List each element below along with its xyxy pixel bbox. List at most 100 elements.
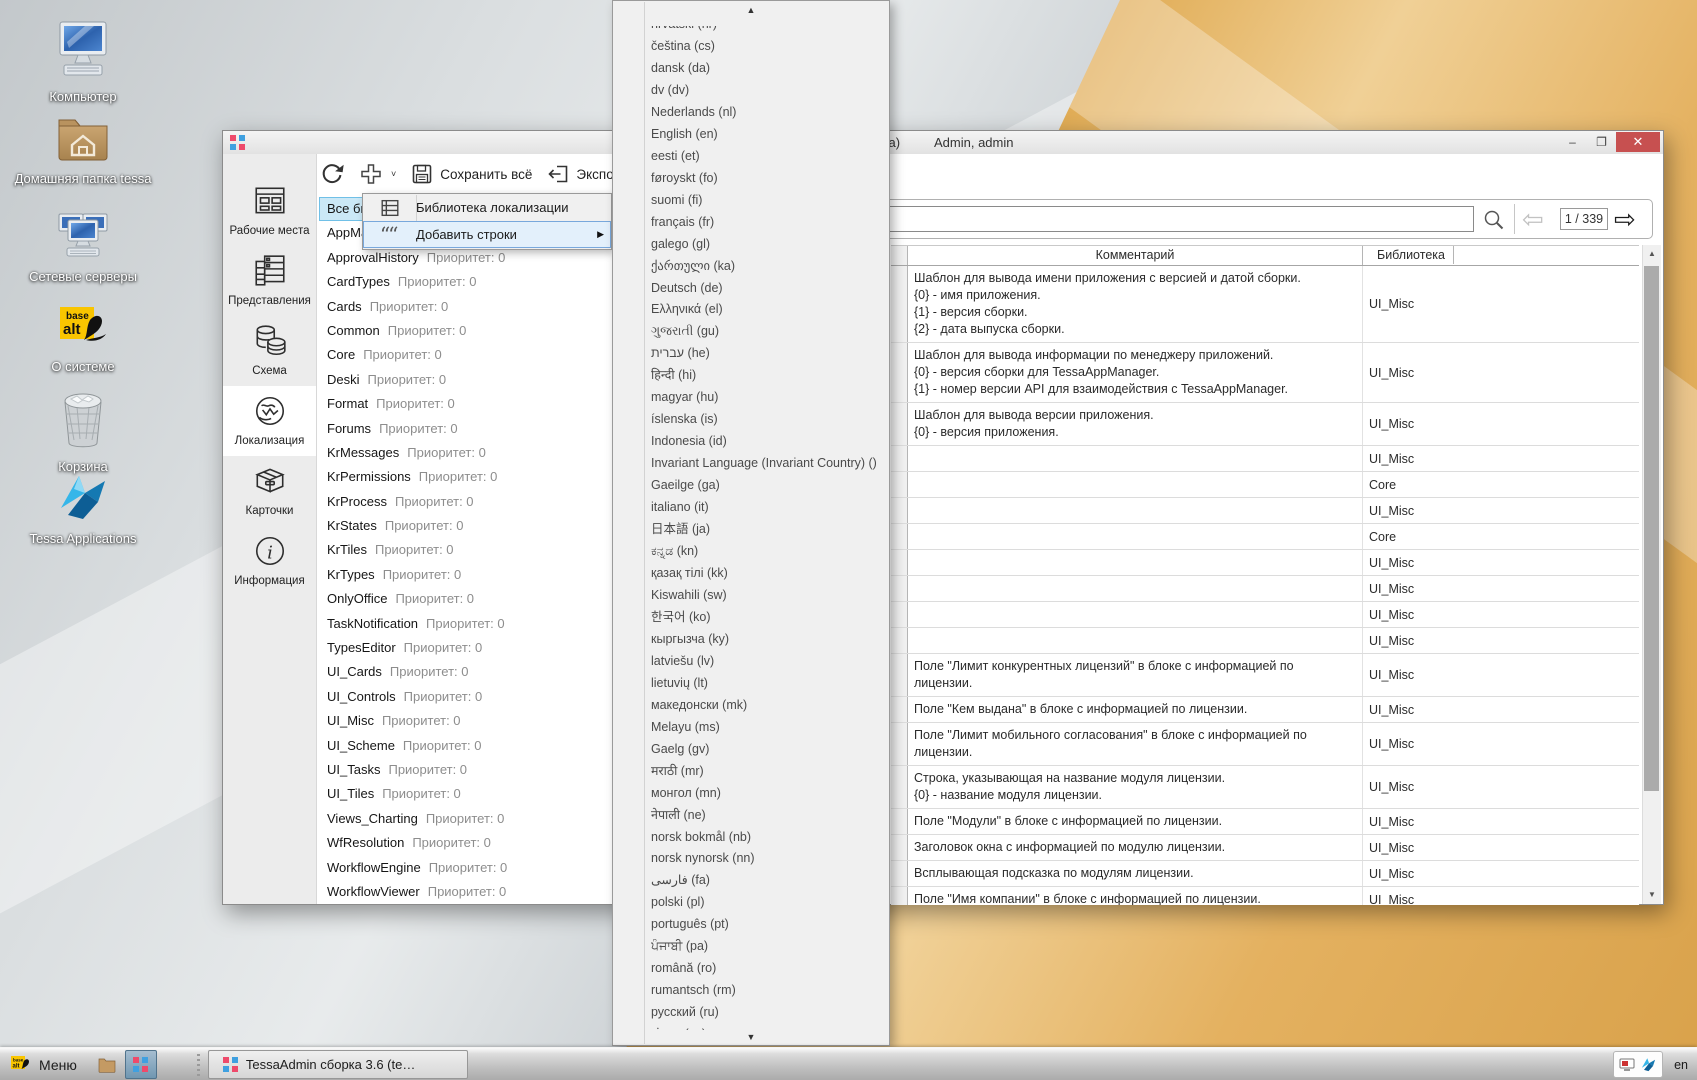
language-option[interactable]: עברית (he) [651, 342, 885, 364]
language-option[interactable]: Ελληνικά (el) [651, 298, 885, 320]
language-option[interactable]: Deutsch (de) [651, 277, 885, 299]
sidebar-item-views[interactable]: Представления [223, 246, 316, 316]
file-manager-button[interactable] [91, 1050, 123, 1079]
menu-item-add-strings[interactable]: “ “ Добавить строки ▶ [363, 221, 611, 248]
library-list-item[interactable]: CardsПриоритет: 0 [319, 295, 613, 319]
sidebar-item-schema[interactable]: Схема [223, 316, 316, 386]
table-row[interactable]: Поле "Имя компании" в блоке с информацие… [891, 887, 1639, 905]
desktop-icon-computer[interactable]: Компьютер [10, 20, 156, 105]
desktop-icon-about-system[interactable]: base alt О системе [10, 306, 156, 375]
library-list-item[interactable]: DeskiПриоритет: 0 [319, 368, 613, 392]
language-option[interactable]: македонски (mk) [651, 694, 885, 716]
language-option[interactable]: Invariant Language (Invariant Country) (… [651, 452, 885, 474]
desktop-icon-home-folder[interactable]: Домашняя папка tessa [10, 114, 156, 187]
language-option[interactable]: қазақ тілі (kk) [651, 562, 885, 584]
close-button[interactable]: ✕ [1616, 132, 1660, 152]
table-row[interactable]: Заголовок окна с информацией по модулю л… [891, 835, 1639, 861]
start-menu-button[interactable]: base alt Меню [4, 1050, 89, 1079]
language-option[interactable]: ಕನ್ನಡ (kn) [651, 540, 885, 562]
table-row[interactable]: Строка, указывающая на название модуля л… [891, 766, 1639, 809]
minimize-button[interactable]: – [1558, 132, 1587, 152]
language-option[interactable]: Melayu (ms) [651, 716, 885, 738]
desktop-icon-network-servers[interactable]: Сетевые серверы [10, 212, 156, 285]
table-row[interactable]: UI_Misc [891, 446, 1639, 472]
language-option[interactable]: मराठी (mr) [651, 760, 885, 782]
library-list-item[interactable]: WorkflowEngineПриоритет: 0 [319, 856, 613, 880]
language-option[interactable]: हिन्दी (hi) [651, 364, 885, 386]
table-scrollbar[interactable]: ▲ ▼ [1642, 245, 1661, 904]
language-option[interactable]: suomi (fi) [651, 189, 885, 211]
table-row[interactable]: UI_Misc [891, 602, 1639, 628]
table-row[interactable]: Core [891, 524, 1639, 550]
maximize-button[interactable]: ❐ [1587, 132, 1616, 152]
language-option[interactable]: føroyskt (fo) [651, 167, 885, 189]
library-list-item[interactable]: UI_MiscПриоритет: 0 [319, 709, 613, 733]
language-option[interactable]: română (ro) [651, 957, 885, 979]
language-option[interactable]: eesti (et) [651, 145, 885, 167]
desktop-icon-tessa-applications[interactable]: Tessa Applications [10, 472, 156, 547]
tray-tessa-bird-icon[interactable] [1640, 1057, 1657, 1072]
library-list-item[interactable]: KrTilesПриоритет: 0 [319, 538, 613, 562]
library-list-item[interactable]: UI_CardsПриоритет: 0 [319, 660, 613, 684]
library-list-item[interactable]: CoreПриоритет: 0 [319, 343, 613, 367]
library-list-item[interactable]: WorkflowViewerПриоритет: 0 [319, 880, 613, 904]
language-option[interactable]: dv (dv) [651, 79, 885, 101]
previous-page-arrow-icon[interactable]: ⇦ [1522, 202, 1544, 236]
language-option[interactable]: norsk nynorsk (nn) [651, 847, 885, 869]
table-row[interactable]: UI_Misc [891, 550, 1639, 576]
library-list-item[interactable]: KrMessagesПриоритет: 0 [319, 441, 613, 465]
table-row[interactable]: UI_Misc [891, 576, 1639, 602]
library-list-item[interactable]: CommonПриоритет: 0 [319, 319, 613, 343]
language-option[interactable]: English (en) [651, 123, 885, 145]
library-list-item[interactable]: OnlyOfficeПриоритет: 0 [319, 587, 613, 611]
add-button[interactable]: ˅ [359, 162, 396, 186]
language-option[interactable]: Nederlands (nl) [651, 101, 885, 123]
language-option[interactable]: italiano (it) [651, 496, 885, 518]
language-option[interactable]: Kiswahili (sw) [651, 584, 885, 606]
table-row[interactable]: UI_Misc [891, 498, 1639, 524]
scroll-down-icon[interactable]: ▼ [614, 1030, 888, 1044]
sidebar-item-localization[interactable]: Локализация [223, 386, 316, 456]
language-option[interactable]: norsk bokmål (nb) [651, 826, 885, 848]
language-option[interactable]: latviešu (lv) [651, 650, 885, 672]
scrollbar-thumb[interactable] [1644, 266, 1659, 791]
language-option[interactable]: 日本語 (ja) [651, 518, 885, 540]
keyboard-layout-indicator[interactable]: en [1670, 1058, 1692, 1072]
library-list-item[interactable]: WfResolutionПриоритет: 0 [319, 831, 613, 855]
library-list-item[interactable]: UI_SchemeПриоритет: 0 [319, 734, 613, 758]
library-list-item[interactable]: KrPermissionsПриоритет: 0 [319, 465, 613, 489]
table-row[interactable]: Поле "Лимит мобильного согласования" в б… [891, 723, 1639, 766]
column-header-comment[interactable]: Комментарий [908, 246, 1363, 265]
scroll-up-icon[interactable]: ▲ [614, 2, 888, 26]
language-option[interactable]: ਪੰਜਾਬੀ (pa) [651, 935, 885, 957]
language-option[interactable]: lietuvių (lt) [651, 672, 885, 694]
library-list-item[interactable]: CardTypesПриоритет: 0 [319, 270, 613, 294]
desktop-icon-trash[interactable]: Корзина [10, 390, 156, 475]
save-all-button[interactable]: Сохранить всё [410, 162, 532, 186]
language-option[interactable]: 한국어 (ko) [651, 606, 885, 628]
sidebar-item-workplaces[interactable]: Рабочие места [223, 176, 316, 246]
tray-display-icon[interactable] [1619, 1058, 1635, 1072]
language-option[interactable]: čeština (cs) [651, 35, 885, 57]
library-list-item[interactable]: KrStatesПриоритет: 0 [319, 514, 613, 538]
search-button[interactable] [1482, 208, 1506, 237]
sidebar-item-cards[interactable]: Карточки [223, 456, 316, 526]
table-row[interactable]: Всплывающая подсказка по модулям лицензи… [891, 861, 1639, 887]
tessa-quicklaunch-button[interactable] [125, 1050, 157, 1079]
scroll-up-icon[interactable]: ▲ [1643, 245, 1661, 263]
library-list-item[interactable]: ForumsПриоритет: 0 [319, 417, 613, 441]
language-option[interactable]: فارسی (fa) [651, 869, 885, 891]
language-option[interactable]: íslenska (is) [651, 408, 885, 430]
taskbar-window-button[interactable]: TessaAdmin сборка 3.6 (te… [208, 1050, 468, 1079]
language-option[interactable]: Gaelg (gv) [651, 738, 885, 760]
language-option[interactable]: rumantsch (rm) [651, 979, 885, 1001]
table-row[interactable]: Поле "Модули" в блоке с информацией по л… [891, 809, 1639, 835]
library-list-item[interactable]: TaskNotificationПриоритет: 0 [319, 612, 613, 636]
language-option[interactable]: ქართული (ka) [651, 255, 885, 277]
library-list-item[interactable]: Views_ChartingПриоритет: 0 [319, 807, 613, 831]
language-option[interactable]: polski (pl) [651, 891, 885, 913]
library-list-item[interactable]: UI_ControlsПриоритет: 0 [319, 685, 613, 709]
language-option[interactable]: dansk (da) [651, 57, 885, 79]
language-option[interactable]: français (fr) [651, 211, 885, 233]
table-row[interactable]: UI_Misc [891, 628, 1639, 654]
